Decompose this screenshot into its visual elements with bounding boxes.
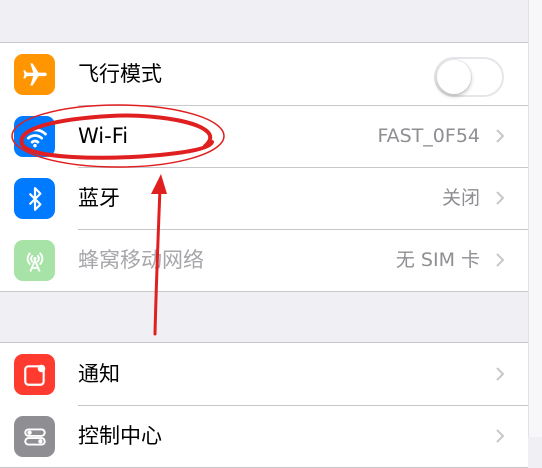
wifi-network-name: FAST_0F54 bbox=[377, 125, 480, 147]
bluetooth-row[interactable]: 蓝牙 关闭 bbox=[0, 167, 528, 229]
cellular-antenna-icon bbox=[14, 240, 55, 281]
cellular-row[interactable]: 蜂窝移动网络 无 SIM 卡 bbox=[0, 229, 528, 291]
toggle-knob bbox=[437, 60, 471, 94]
control-center-row[interactable]: 控制中心 bbox=[0, 405, 528, 467]
chevron-right-icon bbox=[496, 129, 505, 143]
wifi-label: Wi-Fi bbox=[78, 124, 129, 148]
airplane-icon bbox=[14, 54, 55, 95]
notifications-label: 通知 bbox=[78, 362, 120, 386]
cellular-label: 蜂窝移动网络 bbox=[78, 248, 204, 272]
bluetooth-label: 蓝牙 bbox=[78, 186, 120, 210]
top-spacer bbox=[0, 0, 528, 42]
notifications-row[interactable]: 通知 bbox=[0, 343, 528, 405]
system-group: 通知 控制中心 bbox=[0, 342, 528, 468]
chevron-right-icon bbox=[496, 429, 505, 443]
wifi-icon bbox=[14, 116, 55, 157]
control-center-label: 控制中心 bbox=[78, 424, 162, 448]
chevron-right-icon bbox=[496, 367, 505, 381]
wifi-row[interactable]: Wi-Fi FAST_0F54 bbox=[0, 105, 528, 167]
chevron-right-icon bbox=[496, 191, 505, 205]
connectivity-group: 飞行模式 Wi-Fi FAST_0F54 蓝牙 关闭 蜂窝移动网络 无 SIM … bbox=[0, 42, 528, 292]
bluetooth-icon bbox=[14, 178, 55, 219]
cellular-status: 无 SIM 卡 bbox=[395, 249, 480, 271]
airplane-mode-row[interactable]: 飞行模式 bbox=[0, 43, 528, 105]
notifications-icon bbox=[14, 354, 55, 395]
chevron-right-icon bbox=[496, 253, 505, 267]
airplane-mode-label: 飞行模式 bbox=[78, 62, 162, 86]
bluetooth-status: 关闭 bbox=[441, 187, 480, 209]
airplane-mode-toggle[interactable] bbox=[434, 57, 504, 97]
scrollbar-track bbox=[528, 0, 542, 437]
